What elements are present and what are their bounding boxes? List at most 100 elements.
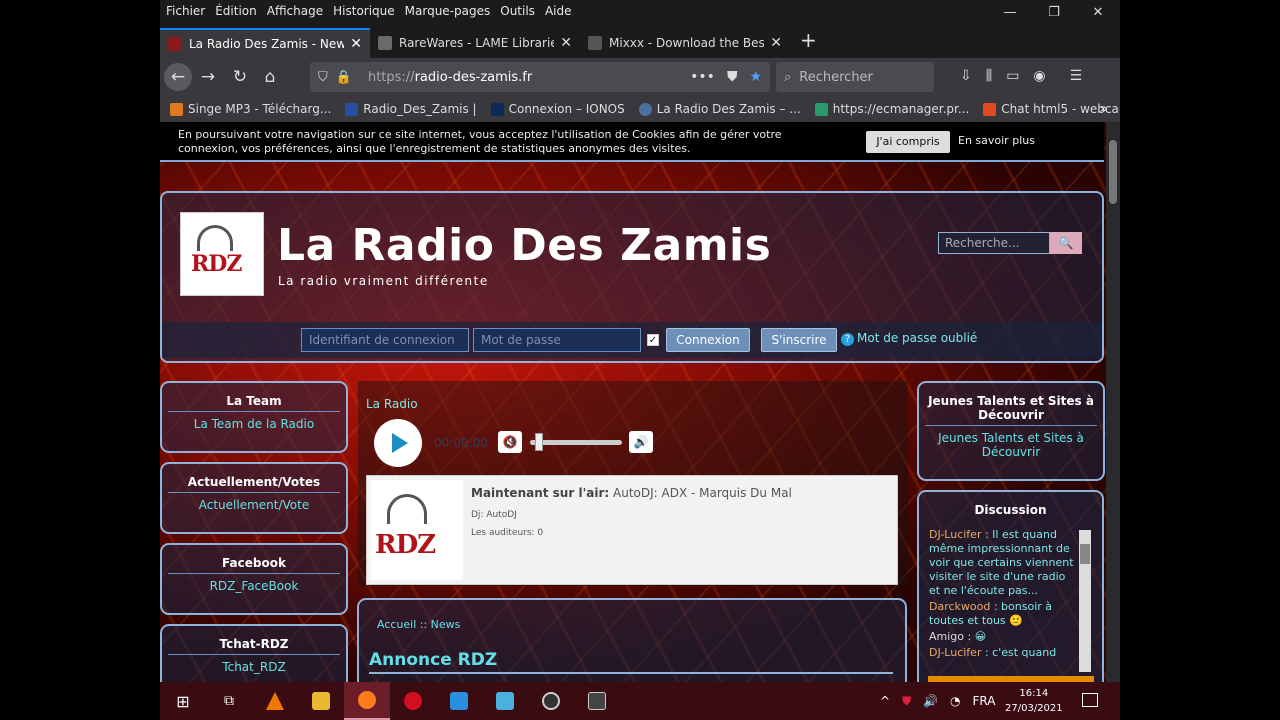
firefox-icon[interactable] [344,682,390,720]
cookie-accept-button[interactable]: J'ai compris [866,131,950,153]
mail-icon[interactable] [436,682,482,720]
box-heading: Actuellement/Votes [168,464,340,493]
library-icon[interactable]: ⫼ [986,68,992,84]
breadcrumb[interactable]: Accueil :: News [377,618,460,631]
news-heading[interactable]: Annonce RDZ [369,650,497,670]
task-view-icon[interactable]: ⧉ [206,682,252,720]
tab-title: RareWares - LAME Libraries [399,36,555,50]
account-icon[interactable]: ◉ [1033,68,1045,84]
volume-icon[interactable]: 🔊 [923,694,938,708]
cookie-more-link[interactable]: En savoir plus [958,134,1035,148]
box-link[interactable]: RDZ_FaceBook [162,574,346,593]
search-input[interactable]: ⌕ Rechercher [776,62,934,92]
chat-message: DJ-Lucifer : Il est quand même impressio… [929,528,1074,597]
nav-bar: ← → ↻ ⌂ ⛉ 🔒 https://radio-des-zamis.fr •… [160,58,1120,96]
obs-icon[interactable] [528,682,574,720]
downloads-icon[interactable]: ⇩ [960,68,972,84]
volume-slider[interactable] [530,440,622,445]
new-tab-icon[interactable]: + [800,28,817,52]
box-link[interactable]: Tchat_RDZ [162,655,346,674]
tab-rarewares[interactable]: RareWares - LAME Libraries ✕ [370,28,580,58]
reload-button[interactable]: ↻ [226,63,254,91]
logo-arc [387,494,427,524]
menu-marque-pages[interactable]: Marque-pages [405,4,491,18]
play-button[interactable] [374,419,422,467]
page-scrollbar[interactable] [1106,122,1120,682]
bookmark-item[interactable]: La Radio Des Zamis – ... [638,102,801,116]
notification-icon[interactable] [1082,693,1098,707]
home-button[interactable]: ⌂ [256,63,284,91]
sidebar-icon[interactable]: ▭ [1006,68,1019,84]
app-icon[interactable] [482,682,528,720]
bookmark-item[interactable]: Radio_Des_Zamis | [345,102,477,116]
bookmark-item[interactable]: https://ecmanager.pr... [814,102,969,116]
volume-max-icon[interactable]: 🔊 [629,431,653,453]
restore-button[interactable]: ❐ [1032,0,1076,26]
logo-text: RDZ [375,530,436,560]
start-icon[interactable]: ⊞ [160,682,206,720]
bookmark-item[interactable]: Connexion – IONOS [490,102,625,116]
scroll-thumb[interactable] [1109,140,1117,204]
username-field[interactable]: Identifiant de connexion [301,328,469,352]
bookmark-favicon-icon [490,102,504,116]
volume-handle[interactable] [535,433,543,451]
chat-message: Amigo : 😀 [929,630,987,643]
back-button[interactable]: ← [164,63,192,91]
site-logo[interactable]: RDZ [180,212,264,296]
mixxx-icon[interactable] [574,682,620,720]
password-field[interactable]: Mot de passe [473,328,641,352]
search-icon: ⌕ [784,69,792,85]
pocket-icon[interactable]: ⛊ [727,69,738,85]
tab-close-icon[interactable]: ✕ [560,35,572,51]
file-explorer-icon[interactable] [298,682,344,720]
remember-checkbox[interactable]: ✓ [647,334,659,346]
tab-close-icon[interactable]: ✕ [350,36,362,52]
box-link[interactable]: La Team de la Radio [162,412,346,431]
close-window-button[interactable]: ✕ [1076,0,1120,26]
tab-close-icon[interactable]: ✕ [770,35,782,51]
register-button[interactable]: S'inscrire [761,328,837,352]
menu-fichier[interactable]: Fichier [166,4,205,18]
tray-expand-icon[interactable]: ^ [880,694,890,708]
menu-edition[interactable]: Édition [215,4,257,18]
menu-outils[interactable]: Outils [500,4,535,18]
mute-icon[interactable]: 🔇 [498,431,522,453]
page-actions-icon[interactable]: ••• [690,69,715,85]
bookmarks-overflow-icon[interactable]: » [1099,101,1108,117]
clock[interactable]: 16:14 27/03/2021 [1005,686,1063,716]
cookie-banner: En poursuivant votre navigation sur ce s… [160,122,1104,162]
bookmark-item[interactable]: Singe MP3 - Télécharg... [170,102,331,116]
box-link[interactable]: Jeunes Talents et Sites à Découvrir [919,426,1103,459]
minimize-button[interactable]: — [988,0,1032,26]
vlc-icon[interactable] [252,682,298,720]
chat-message: Darckwood : bonsoir à toutes et tous 🙂 [929,600,1053,627]
url-text[interactable]: https://radio-des-zamis.fr [368,70,532,85]
tab-title: La Radio Des Zamis - News [189,37,345,51]
box-link[interactable]: Actuellement/Vote [162,493,346,512]
url-bar[interactable]: ⛉ 🔒 https://radio-des-zamis.fr ••• ⛊ ★ [310,62,770,92]
network-icon[interactable]: ◔ [950,694,960,708]
menu-historique[interactable]: Historique [333,4,395,18]
antivirus-icon[interactable]: ⛊ [902,694,911,709]
forgot-password-link[interactable]: ? Mot de passe oublié [841,331,977,346]
opera-icon[interactable] [390,682,436,720]
menu-affichage[interactable]: Affichage [267,4,323,18]
lock-icon[interactable]: 🔒 [336,70,352,85]
site-search-button[interactable]: 🔍 [1050,232,1082,254]
news-panel: Accueil :: News Annonce RDZ [357,598,907,682]
menu-icon[interactable]: ☰ [1070,68,1083,84]
forward-button[interactable]: → [194,63,222,91]
on-air-text: Maintenant sur l'air: AutoDJ: ADX - Marq… [471,486,792,500]
box-heading: Facebook [168,545,340,574]
shield-icon[interactable]: ⛉ [318,70,328,85]
site-search-input[interactable]: Recherche... [938,232,1050,254]
tab-mixxx[interactable]: Mixxx - Download the Best Free DJ ✕ [580,28,790,58]
bookmark-star-icon[interactable]: ★ [749,69,762,85]
menu-aide[interactable]: Aide [545,4,572,18]
login-button[interactable]: Connexion [666,328,750,352]
discussion-scrollbar[interactable] [1079,530,1091,672]
site-subtitle: La radio vraiment différente [278,274,489,288]
language-indicator[interactable]: FRA [973,694,996,708]
web-page: En poursuivant votre navigation sur ce s… [160,122,1120,682]
tab-radio-des-zamis[interactable]: La Radio Des Zamis - News ✕ [160,28,370,58]
